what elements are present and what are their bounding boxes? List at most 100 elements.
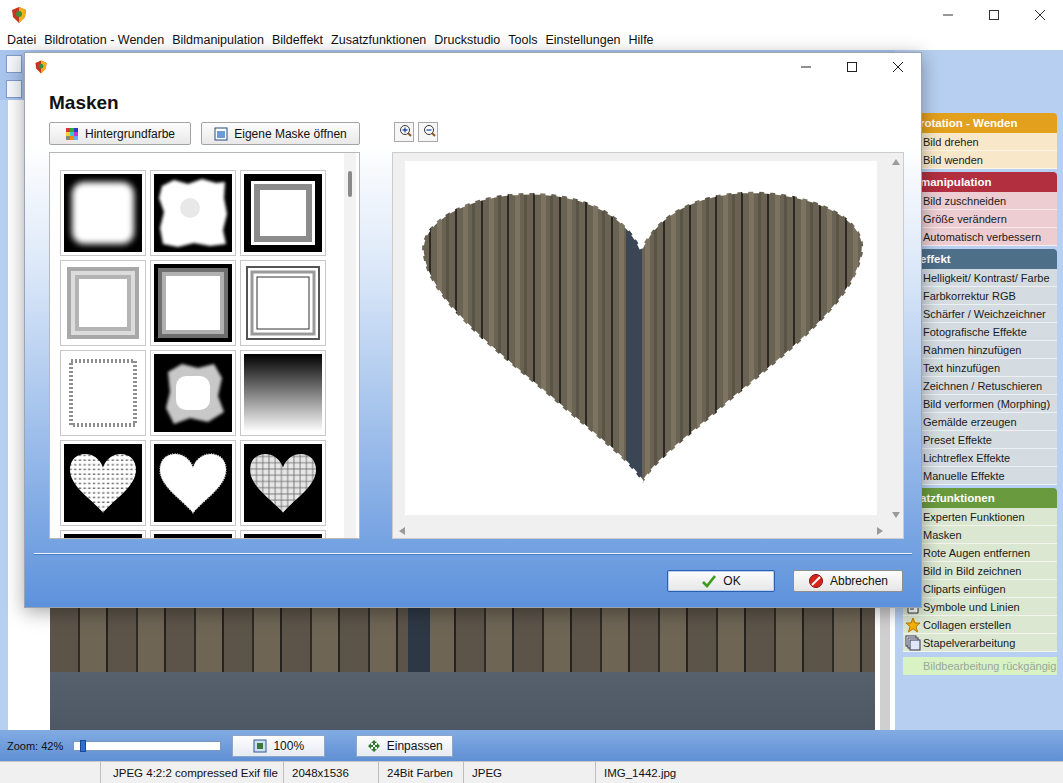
sidebar-item[interactable]: Bild wenden <box>903 151 1057 169</box>
zoom-in-button[interactable] <box>394 122 414 142</box>
mask-rough-cloud-icon <box>154 174 232 252</box>
sidebar-item[interactable]: Cliparts einfügen <box>903 580 1057 598</box>
status-cell: IMG_1442.jpg <box>595 762 1063 783</box>
preview-vertical-scrollbar[interactable] <box>889 153 903 524</box>
mask-thumbnail[interactable] <box>150 440 236 526</box>
group-header[interactable]: effekt <box>903 249 1057 269</box>
sidebar-item[interactable]: Größe verändern <box>903 210 1057 228</box>
sidebar-item[interactable]: Bild in Bild zeichnen <box>903 562 1057 580</box>
sidebar-item[interactable]: Text hinzufügen <box>903 359 1057 377</box>
close-button[interactable] <box>875 53 921 80</box>
status-cell <box>0 762 100 783</box>
mask-thumbnail[interactable] <box>240 350 326 436</box>
maximize-button[interactable] <box>829 53 875 80</box>
sidebar-item-label: Rahmen hinzufügen <box>923 344 1021 356</box>
group-header[interactable]: atzfunktionen <box>903 488 1057 508</box>
menu-item[interactable]: Zusatzfunktionen <box>327 33 430 47</box>
maximize-button[interactable] <box>971 0 1017 30</box>
sidebar-item[interactable]: Farbkorrektur RGB <box>903 287 1057 305</box>
mask-thumbnail[interactable] <box>150 170 236 256</box>
sidebar-item[interactable]: Rahmen hinzufügen <box>903 341 1057 359</box>
open-mask-button[interactable]: Eigene Maske öffnen <box>201 122 360 145</box>
menu-item[interactable]: Bildeffekt <box>268 33 327 47</box>
group-header[interactable]: rotation - Wenden <box>903 113 1057 133</box>
zoom-slider[interactable] <box>73 741 221 751</box>
cancel-button[interactable]: Abbrechen <box>793 570 903 592</box>
scroll-left-icon[interactable] <box>399 527 405 535</box>
mask-thumbnail[interactable] <box>240 170 326 256</box>
sidebar-item[interactable]: Experten Funktionen <box>903 508 1057 526</box>
mask-thumbnail[interactable] <box>240 440 326 526</box>
scroll-right-icon[interactable] <box>877 527 883 535</box>
menu-item[interactable]: Tools <box>504 33 541 47</box>
sidebar-item-label: Zeichnen / Retuschieren <box>923 380 1042 392</box>
menu-item[interactable]: Datei <box>3 33 40 47</box>
mask-thumbnail[interactable] <box>60 350 146 436</box>
mask-thumbnail[interactable] <box>240 260 326 346</box>
sidebar-item-label: Automatisch verbessern <box>923 231 1041 243</box>
sidebar-item[interactable]: Helligkeit/ Kontrast/ Farbe <box>903 269 1057 287</box>
sidebar-item[interactable]: Rote Augen entfernen <box>903 544 1057 562</box>
mask-thumbnail[interactable] <box>60 530 146 538</box>
status-cell: JPEG <box>463 762 595 783</box>
sidebar-item[interactable]: Collagen erstellen <box>903 616 1057 634</box>
sidebar-item[interactable]: Gemälde erzeugen <box>903 413 1057 431</box>
zoom-tools <box>392 122 904 145</box>
ok-button[interactable]: OK <box>667 570 775 592</box>
sidebar-item[interactable]: Preset Effekte <box>903 431 1057 449</box>
sidebar-item[interactable]: Zeichnen / Retuschieren <box>903 377 1057 395</box>
scroll-down-icon[interactable] <box>892 512 900 518</box>
zoom-out-button[interactable] <box>418 122 438 142</box>
menu-item[interactable]: Hilfe <box>625 33 658 47</box>
mask-list-scrollbar[interactable] <box>344 153 356 538</box>
zoom-button[interactable]: 100% <box>232 735 325 757</box>
sidebar-item-label: Bild in Bild zeichnen <box>923 565 1021 577</box>
close-button[interactable] <box>1017 0 1063 30</box>
toolbar-button[interactable] <box>6 55 22 73</box>
sidebar-item[interactable]: Bild drehen <box>903 133 1057 151</box>
zoom-in-icon <box>396 124 412 140</box>
sidebar-item[interactable]: Schärfer / Weichzeichner <box>903 305 1057 323</box>
minimize-button[interactable] <box>783 53 829 80</box>
menu-item[interactable]: Einstellungen <box>542 33 625 47</box>
sidebar-item[interactable]: Lichtreflex Effekte <box>903 449 1057 467</box>
minimize-button[interactable] <box>925 0 971 30</box>
star-icon <box>905 617 921 633</box>
scroll-up-icon[interactable] <box>892 159 900 165</box>
sidebar-item[interactable]: Fotografische Effekte <box>903 323 1057 341</box>
mask-thumbnail[interactable] <box>60 440 146 526</box>
zoom-slider-thumb[interactable] <box>80 740 86 752</box>
toolbar-button[interactable] <box>6 80 22 98</box>
sidebar-item[interactable]: Symbole und Linien <box>903 598 1057 616</box>
mask-thumbnail[interactable] <box>60 260 146 346</box>
zoom-button[interactable]: Einpassen <box>356 735 453 757</box>
scrollbar-thumb[interactable] <box>348 171 352 197</box>
status-cell: 2048x1536 <box>283 762 378 783</box>
sidebar-item[interactable]: Bild zuschneiden <box>903 192 1057 210</box>
mask-thumbnail[interactable] <box>60 170 146 256</box>
sidebar-item[interactable]: Manuelle Effekte <box>903 467 1057 485</box>
sidebar-item[interactable]: Masken <box>903 526 1057 544</box>
sidebar-item[interactable]: Stapelverarbeitung <box>903 634 1057 652</box>
sidebar-item-label: Helligkeit/ Kontrast/ Farbe <box>923 272 1050 284</box>
menu-item[interactable]: Druckstudio <box>430 33 504 47</box>
sidebar-item-label: Farbkorrektur RGB <box>923 290 1016 302</box>
mask-thumbnail[interactable] <box>150 260 236 346</box>
menu-item[interactable]: Bildrotation - Wenden <box>40 33 168 47</box>
mask-thumbnail[interactable] <box>150 350 236 436</box>
heart-masked-photo <box>405 161 877 515</box>
group-header[interactable]: manipulation <box>903 172 1057 192</box>
mask-thumbnail[interactable] <box>240 530 326 538</box>
background-color-button[interactable]: Hintergrundfarbe <box>49 122 191 145</box>
button-label: OK <box>723 574 740 588</box>
sidebar-item[interactable]: Bild verformen (Morphing) <box>903 395 1057 413</box>
mask-dark-icon <box>64 534 142 538</box>
sidebar-item[interactable]: Automatisch verbessern <box>903 228 1057 246</box>
mask-heart-solid-icon <box>154 444 232 522</box>
sidebar-item-label: Manuelle Effekte <box>923 470 1005 482</box>
mask-frame-double-icon <box>244 264 322 342</box>
preview-horizontal-scrollbar[interactable] <box>393 524 889 538</box>
mask-thumbnail[interactable] <box>150 530 236 538</box>
mask-preview <box>392 152 904 539</box>
menu-item[interactable]: Bildmanipulation <box>168 33 268 47</box>
